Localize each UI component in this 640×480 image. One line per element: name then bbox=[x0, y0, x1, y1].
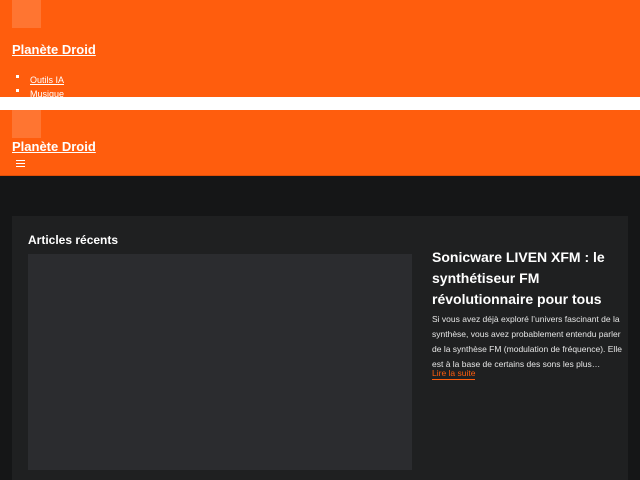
sticky-header: Planète Droid bbox=[0, 110, 640, 175]
nav-item-outils-ia: Outils IA bbox=[14, 70, 64, 85]
sticky-site-logo[interactable] bbox=[12, 110, 41, 138]
sticky-site-title-link[interactable]: Planète Droid bbox=[12, 139, 96, 154]
article-excerpt: Si vous avez déjà exploré l’univers fasc… bbox=[432, 314, 622, 369]
primary-nav: Outils IA Musique bbox=[14, 70, 64, 99]
nav-item-musique: Musique bbox=[14, 84, 64, 99]
hamburger-menu-icon[interactable] bbox=[16, 160, 25, 167]
header-separator bbox=[0, 97, 640, 110]
site-header: Planète Droid Outils IA Musique bbox=[0, 0, 640, 99]
site-logo[interactable] bbox=[12, 0, 41, 28]
recent-articles-heading: Articles récents bbox=[28, 233, 119, 247]
read-more-link[interactable]: Lire la suite bbox=[432, 367, 476, 380]
header-bottom-border bbox=[0, 175, 640, 176]
article-title[interactable]: Sonicware LIVEN XFM : le synthétiseur FM… bbox=[432, 247, 622, 310]
article-thumbnail[interactable] bbox=[28, 254, 412, 470]
site-title-link[interactable]: Planète Droid bbox=[12, 42, 96, 57]
